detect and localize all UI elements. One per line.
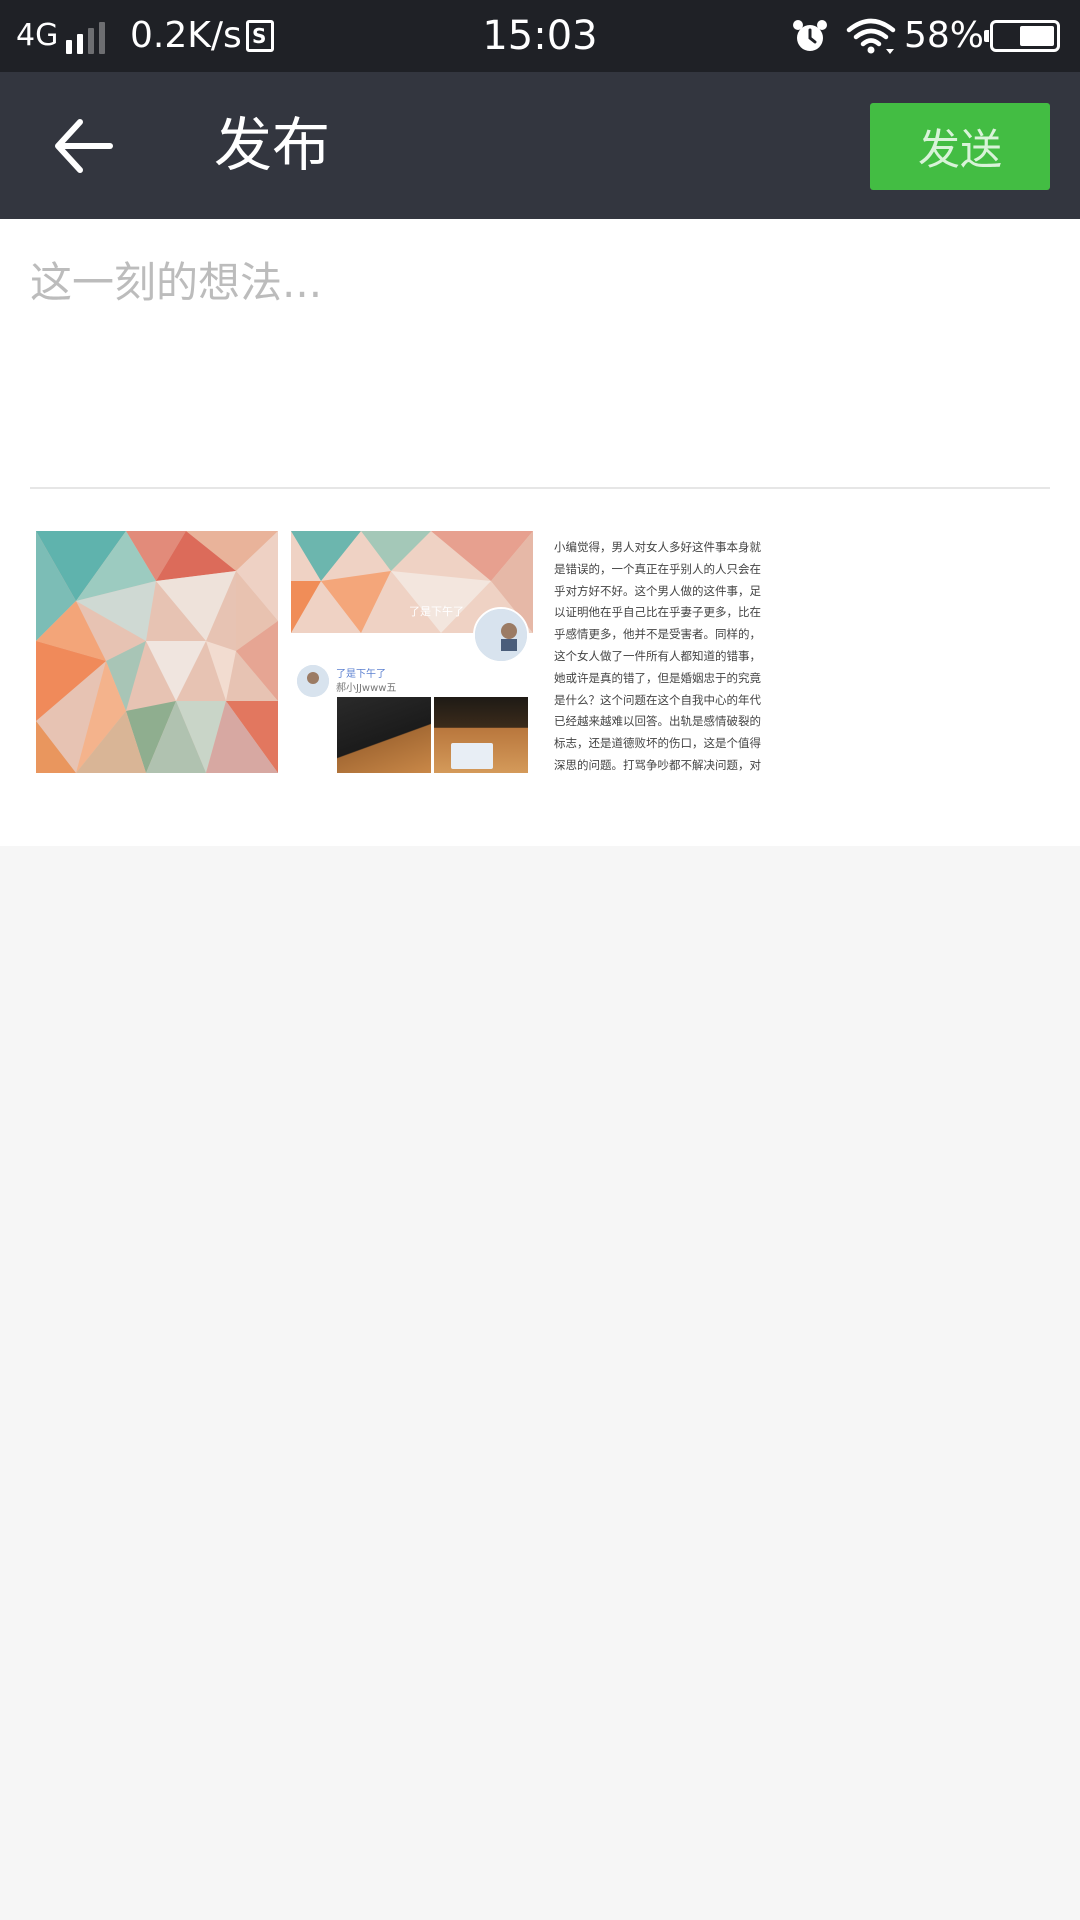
attachment-thumbnail-3[interactable]: 小编觉得，男人对女人多好这件事本身就 是错误的，一个真正在乎别人的人只会在 乎对… [546,531,788,773]
wifi-icon [846,18,896,54]
title-bar: 发布 发送 [0,72,1080,219]
back-button[interactable] [46,108,126,184]
status-bar: 4G 0.2K/s S 15:03 58% [0,0,1080,72]
article-line: 标志，还是道德败坏的伤口，这是个值得 [554,736,761,751]
post-author-subtitle: 郝小JJwww五 [336,683,397,694]
article-line: 她或许是真的错了，但是婚姻忠于的究竟 [554,670,761,685]
back-arrow-icon [55,119,113,173]
avatar [473,607,529,663]
article-line: 乎对方好不好。这个男人做的这件事，足 [554,583,761,598]
article-line: 乎感情更多，他并不是受害者。同样的， [554,627,761,642]
battery-cap [984,30,989,42]
post-author-name: 了是下午了 [336,669,386,680]
id-card-image [451,743,493,769]
avatar-image [297,665,329,697]
article-line: 深思的问题。打骂争吵都不解决问题，对 [554,757,761,772]
article-line: 是错误的，一个真正在乎别人的人只会在 [554,561,761,576]
compose-panel: 了是下午了 了是下午了 郝小JJwww五 小编觉得，男人对女人多好这件事本身就 … [0,219,1080,846]
page-title: 发布 [214,111,331,179]
article-line: 是什么？这个问题在这个自我中心的年代 [554,692,761,707]
article-line: 以证明他在乎自己比在乎妻子更多，比在 [554,605,761,620]
divider [30,487,1050,489]
post-photo-desk [337,697,431,773]
alarm-icon [793,20,827,51]
attachment-thumbnail-1[interactable] [36,531,278,773]
banner-caption: 了是下午了 [409,605,464,618]
avatar-small [297,665,329,697]
attachment-thumbnail-2[interactable]: 了是下午了 了是下午了 郝小JJwww五 [291,531,533,773]
send-button[interactable]: 发送 [870,103,1050,190]
battery-level-fill [1020,26,1054,46]
post-text-input[interactable] [30,249,1050,469]
polygon-art-image [36,531,278,773]
article-line: 小编觉得，男人对女人多好这件事本身就 [554,540,761,554]
article-line: 这个女人做了一件所有人都知道的错事， [554,648,761,663]
battery-icon [990,20,1060,52]
avatar-image [475,609,527,661]
article-line: 已经越来越难以回答。出轨是感情破裂的 [554,714,761,729]
article-text: 小编觉得，男人对女人多好这件事本身就 是错误的，一个真正在乎别人的人只会在 乎对… [554,537,786,773]
battery-percent: 58% [904,15,985,56]
